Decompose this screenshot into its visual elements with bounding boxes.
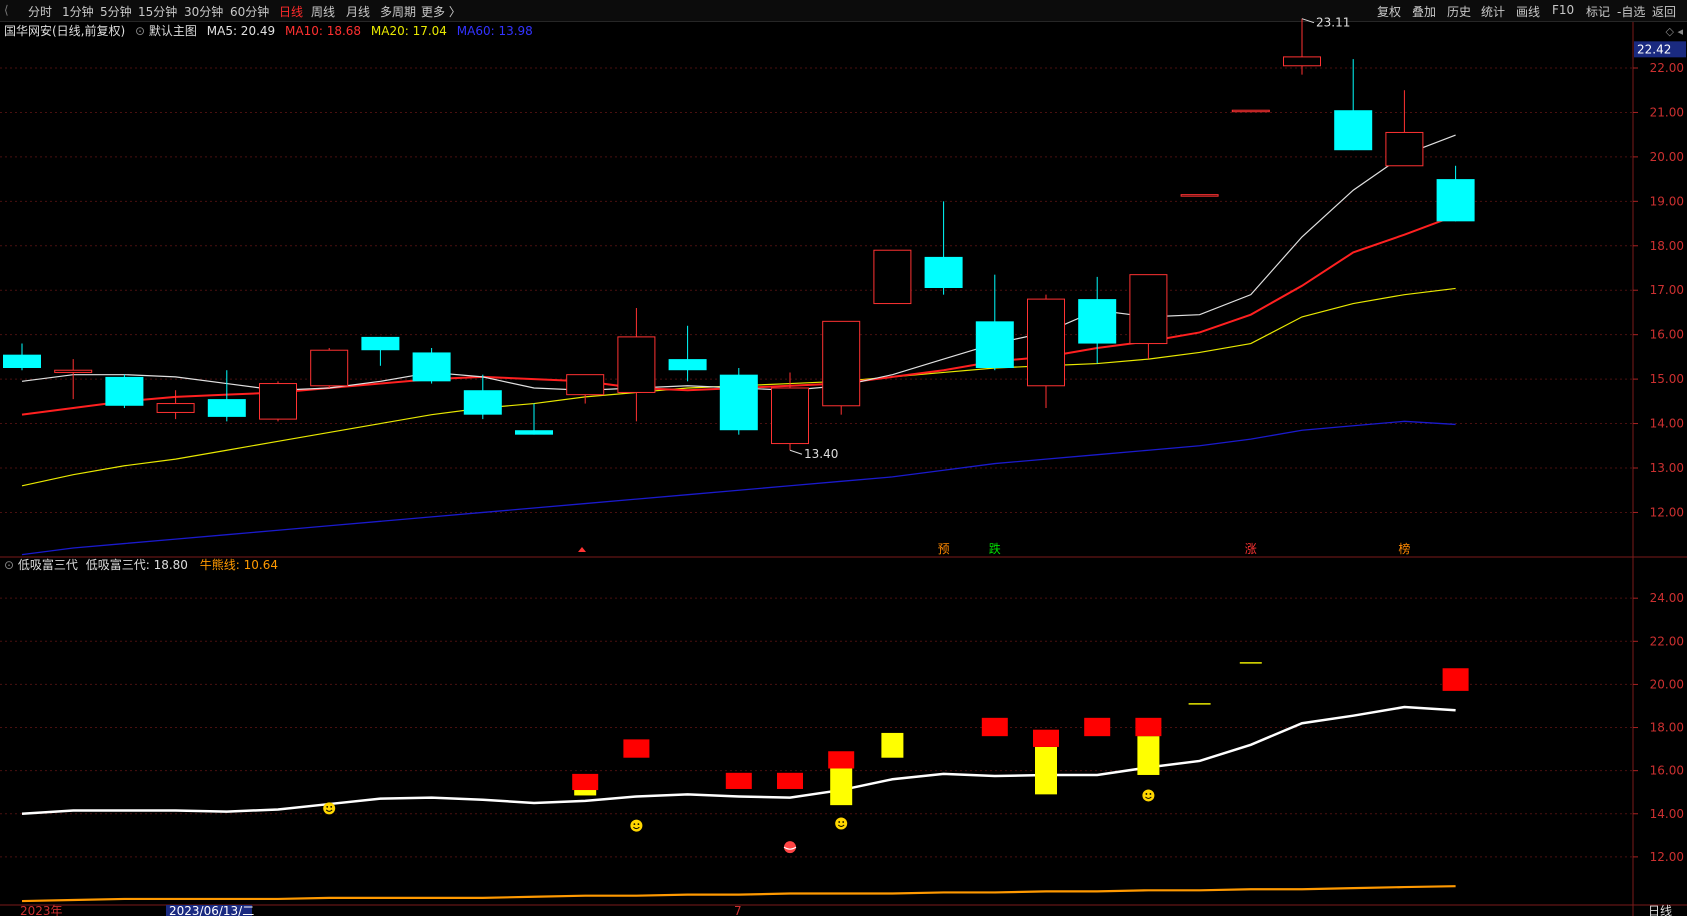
yellow-bar <box>830 766 853 806</box>
smiley-icon <box>630 819 643 832</box>
candle-body-down <box>975 321 1014 368</box>
main-tick-label: 12.00 <box>1650 505 1684 519</box>
candle-body-up <box>1385 131 1424 167</box>
time-axis-year: 2023年 <box>20 904 63 916</box>
candle-body-up <box>1283 56 1321 67</box>
candle-body-up <box>1180 194 1219 197</box>
candle-body-up <box>1027 298 1065 387</box>
main-tick-label: 22.00 <box>1650 61 1684 75</box>
candle-body-down <box>1078 299 1117 344</box>
yellow-bar <box>881 732 904 758</box>
price-annotation-arrow <box>789 449 803 455</box>
smiley-eye <box>1149 793 1152 795</box>
candle-body-up <box>566 374 605 396</box>
smiley-icon <box>1142 789 1155 802</box>
ball-icon <box>784 841 796 854</box>
sub-tick-label: 16.00 <box>1650 764 1684 778</box>
red-box <box>1033 729 1059 747</box>
candle-body-down <box>3 354 41 368</box>
main-tick-label: 13.00 <box>1650 461 1684 475</box>
candle-body-up <box>771 387 809 445</box>
time-cursor-label: 2023/06/13/二 <box>169 904 254 916</box>
sub-tick-label: 24.00 <box>1650 591 1684 605</box>
time-axis-month: 7 <box>734 904 742 916</box>
red-box <box>572 773 599 791</box>
red-box <box>623 739 650 758</box>
smiley-icon <box>835 817 848 830</box>
candle-body-up <box>1231 109 1270 113</box>
main-tick-label: 16.00 <box>1650 328 1684 342</box>
yellow-bar <box>1035 746 1057 795</box>
red-box <box>1442 668 1469 691</box>
red-box <box>1084 717 1111 737</box>
sub-tick-label: 20.00 <box>1650 677 1684 691</box>
red-box <box>1135 717 1162 737</box>
ma60-line <box>21 420 1456 556</box>
signal-marker-3: 榜 <box>1398 541 1410 556</box>
candle-body-up <box>822 320 861 407</box>
price-annotation-arrow <box>1301 18 1315 24</box>
smiley-eye <box>838 821 841 823</box>
period-indicator: 日线 <box>1648 904 1672 916</box>
smiley-eye <box>330 805 333 808</box>
red-box <box>725 772 752 789</box>
price-annotation-0: 23.11 <box>1316 16 1350 30</box>
candle-body-up <box>1129 274 1168 345</box>
smiley-icon <box>323 802 336 815</box>
main-tick-label: 19.00 <box>1650 194 1684 208</box>
price-annotation-1: 13.40 <box>804 447 838 461</box>
sub-tick-label: 14.00 <box>1650 807 1684 821</box>
candle-body-down <box>463 390 502 415</box>
kline-chart[interactable]: 12.00 13.00 14.00 15.00 16.00 17.00 18.00 19.00… <box>0 0 1687 916</box>
candle-body-down <box>361 336 400 351</box>
red-box <box>777 772 803 789</box>
red-box <box>828 751 855 769</box>
main-tick-label: 15.00 <box>1650 372 1684 386</box>
yellow-bar <box>1137 736 1160 775</box>
candle-body-up <box>310 349 349 387</box>
signal-arrow-icon <box>578 547 586 552</box>
smiley-eye <box>842 821 845 823</box>
candle-body-down <box>1334 110 1373 151</box>
candle-body-down <box>207 399 246 417</box>
candle-body-up <box>873 249 912 305</box>
main-tick-label: 17.00 <box>1650 283 1684 297</box>
sub-tick-label: 12.00 <box>1650 850 1684 864</box>
candle-body-down <box>668 359 707 371</box>
candle-body-up <box>259 383 297 420</box>
smiley-eye <box>633 823 636 826</box>
current-price-label: 22.42 <box>1637 42 1671 56</box>
candle-body-down <box>412 352 451 382</box>
main-tick-label: 20.00 <box>1650 150 1684 164</box>
candle-body-down <box>719 374 758 431</box>
candle-body-down <box>105 376 144 406</box>
ma5-line <box>21 134 1456 391</box>
main-tick-label: 18.00 <box>1650 239 1684 253</box>
candle-body-down <box>515 430 553 435</box>
candle-body-down <box>924 256 963 288</box>
signal-marker-1: 跌 <box>989 541 1001 556</box>
bullbear-line <box>21 885 1456 903</box>
candle-body-up <box>54 369 93 373</box>
signal-marker-2: 涨 <box>1245 541 1257 556</box>
candle-body-up <box>156 403 195 413</box>
smiley-eye <box>637 823 640 826</box>
smiley-eye <box>1145 793 1148 795</box>
candle-body-down <box>1436 179 1475 222</box>
candle-body-up <box>617 336 656 393</box>
sub-tick-label: 18.00 <box>1650 721 1684 735</box>
red-box <box>981 717 1008 737</box>
main-tick-label: 14.00 <box>1650 417 1684 431</box>
signal-marker-0: 预 <box>938 542 950 556</box>
main-tick-label: 21.00 <box>1650 105 1684 119</box>
sub-tick-label: 22.00 <box>1650 634 1684 648</box>
indicator-line <box>21 705 1456 816</box>
smiley-eye <box>326 805 329 808</box>
